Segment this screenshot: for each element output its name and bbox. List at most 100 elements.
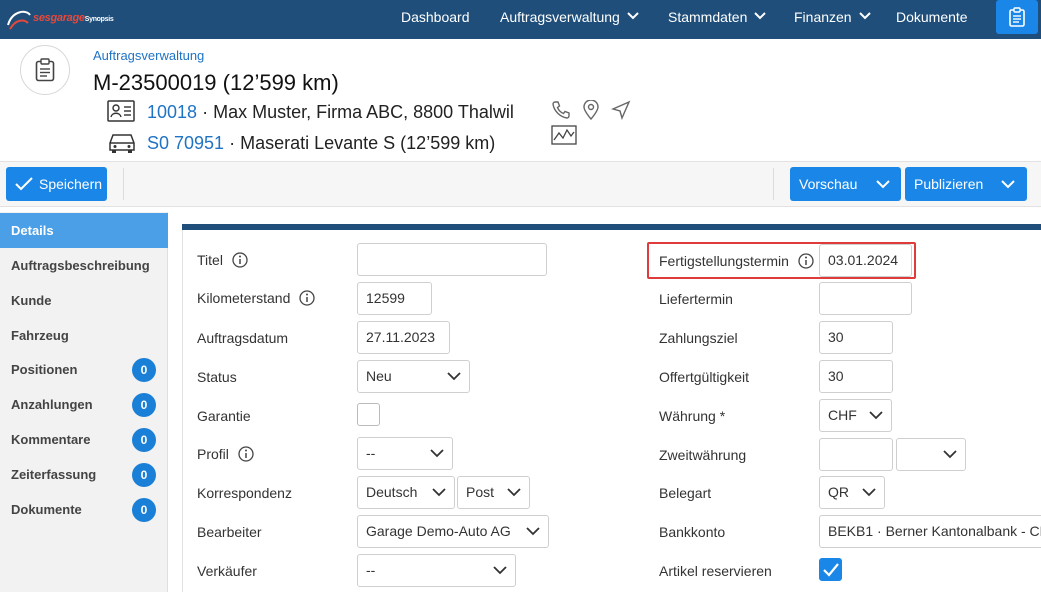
sidebar-item-dokumente[interactable]: Dokumente 0 [0, 492, 168, 527]
status-label: Status [197, 369, 237, 385]
id-card-icon [107, 100, 135, 122]
chevron-down-icon [430, 449, 444, 458]
order-avatar [20, 45, 70, 95]
kilometerstand-label: Kilometerstand [197, 290, 315, 306]
info-icon[interactable] [232, 252, 248, 268]
info-icon[interactable] [238, 446, 254, 462]
info-icon[interactable] [299, 290, 315, 306]
vehicle-link[interactable]: S0 70951 [147, 133, 224, 153]
profil-select[interactable]: -- [357, 437, 453, 470]
artikel-reservieren-checkbox[interactable] [819, 558, 842, 581]
sidebar-item-anzahlungen[interactable]: Anzahlungen 0 [0, 387, 168, 422]
clipboard-icon [35, 58, 55, 82]
sidebar-item-zeiterfassung[interactable]: Zeiterfassung 0 [0, 457, 168, 492]
chevron-down-icon [754, 12, 767, 20]
belegart-select[interactable]: QR [819, 476, 885, 509]
offertgueltigkeit-input[interactable]: 30 [819, 360, 893, 393]
verkaeufer-label: Verkäufer [197, 563, 257, 579]
navigation-icon[interactable] [610, 100, 631, 125]
auftragsdatum-label: Auftragsdatum [197, 330, 289, 346]
count-badge: 0 [132, 358, 156, 382]
save-button[interactable]: Speichern [6, 167, 107, 201]
sidebar-item-positionen[interactable]: Positionen 0 [0, 352, 168, 387]
nav-auftragsverwaltung[interactable]: Auftragsverwaltung [500, 0, 639, 39]
sidebar-item-auftragsbeschreibung[interactable]: Auftragsbeschreibung [0, 248, 168, 283]
customer-actions [551, 99, 667, 150]
korrespondenz-label: Korrespondenz [197, 485, 292, 501]
logo-swirl-icon [7, 10, 31, 30]
top-navbar: sesgarageSynopsis Dashboard Auftragsverw… [0, 0, 1041, 39]
titel-label: Titel [197, 252, 248, 268]
nav-finanzen[interactable]: Finanzen [794, 0, 871, 39]
app-logo[interactable]: sesgarageSynopsis [4, 3, 116, 35]
korrespondenz-channel-select[interactable]: Post [457, 476, 530, 509]
chevron-down-icon [869, 411, 883, 420]
artikel-reservieren-label: Artikel reservieren [659, 563, 772, 579]
zweitwaehrung-label: Zweitwährung [659, 447, 747, 463]
vehicle-row: S0 70951 · Maserati Levante S (12’599 km… [107, 131, 527, 157]
clipboard-button[interactable] [996, 0, 1038, 34]
chevron-down-icon [447, 372, 461, 381]
customer-link[interactable]: 10018 [147, 102, 197, 122]
vehicle-text: · Maserati Levante S (12’599 km) [229, 133, 496, 153]
chevron-down-icon [627, 12, 639, 20]
verkaeufer-select[interactable]: -- [357, 554, 516, 587]
liefertermin-label: Liefertermin [659, 291, 733, 307]
chevron-down-icon [943, 450, 957, 459]
phone-icon[interactable] [551, 100, 571, 125]
zweitwaehrung-input[interactable] [819, 438, 893, 471]
checkmark-icon [15, 177, 33, 191]
chevron-down-icon [876, 180, 890, 189]
sidebar-item-kunde[interactable]: Kunde [0, 283, 168, 318]
sidebar-item-kommentare[interactable]: Kommentare 0 [0, 422, 168, 457]
sidebar-item-fahrzeug[interactable]: Fahrzeug [0, 318, 168, 353]
zahlungsziel-input[interactable]: 30 [819, 321, 893, 354]
activity-chart-icon[interactable] [551, 125, 577, 150]
waehrung-label: Währung * [659, 408, 726, 424]
zahlungsziel-label: Zahlungsziel [659, 330, 738, 346]
nav-dashboard[interactable]: Dashboard [401, 0, 470, 39]
bankkonto-select[interactable]: BEKB1 · Berner Kantonalbank - CH [819, 515, 1041, 548]
offertgueltigkeit-label: Offertgültigkeit [659, 369, 750, 385]
customer-text: · Max Muster, Firma ABC, 8800 Thalwil [202, 102, 514, 122]
bearbeiter-select[interactable]: Garage Demo-Auto AG [357, 515, 549, 548]
preview-button[interactable]: Vorschau [790, 167, 901, 201]
count-badge: 0 [132, 463, 156, 487]
chevron-down-icon [526, 527, 540, 536]
details-sidebar: Details Auftragsbeschreibung Kunde Fahrz… [0, 212, 168, 592]
chevron-down-icon [507, 488, 521, 497]
zweitwaehrung-select[interactable] [896, 438, 966, 471]
liefertermin-input[interactable] [819, 282, 912, 315]
bankkonto-label: Bankkonto [659, 524, 726, 540]
chevron-down-icon [493, 566, 507, 575]
map-pin-icon[interactable] [582, 99, 600, 125]
customer-row: 10018 · Max Muster, Firma ABC, 8800 Thal… [107, 99, 667, 145]
titel-input[interactable] [357, 243, 547, 276]
status-select[interactable]: Neu [357, 360, 470, 393]
count-badge: 0 [132, 498, 156, 522]
nav-dokumente[interactable]: Dokumente [896, 0, 968, 39]
profil-label: Profil [197, 446, 254, 462]
logo-text: sesgarageSynopsis [33, 12, 114, 24]
garantie-checkbox[interactable] [357, 403, 380, 426]
sidebar-item-details[interactable]: Details [0, 213, 168, 248]
count-badge: 0 [132, 393, 156, 417]
breadcrumb[interactable]: Auftragsverwaltung [93, 48, 204, 63]
chevron-down-icon [1001, 180, 1015, 189]
korrespondenz-language-select[interactable]: Deutsch [357, 476, 455, 509]
clipboard-icon [1009, 7, 1025, 27]
car-icon [109, 134, 135, 153]
kilometerstand-input[interactable]: 12599 [357, 282, 432, 315]
waehrung-select[interactable]: CHF [819, 399, 892, 432]
toolbar-divider [773, 168, 774, 200]
page-title: M-23500019 (12’599 km) [93, 70, 339, 95]
chevron-down-icon [862, 488, 876, 497]
highlight-box [647, 242, 916, 279]
toolbar-divider [123, 168, 124, 200]
publish-button[interactable]: Publizieren [905, 167, 1027, 201]
checkmark-icon [823, 563, 839, 577]
garantie-label: Garantie [197, 408, 251, 424]
chevron-down-icon [432, 488, 446, 497]
nav-stammdaten[interactable]: Stammdaten [668, 0, 767, 39]
auftragsdatum-input[interactable]: 27.11.2023 [357, 321, 450, 354]
